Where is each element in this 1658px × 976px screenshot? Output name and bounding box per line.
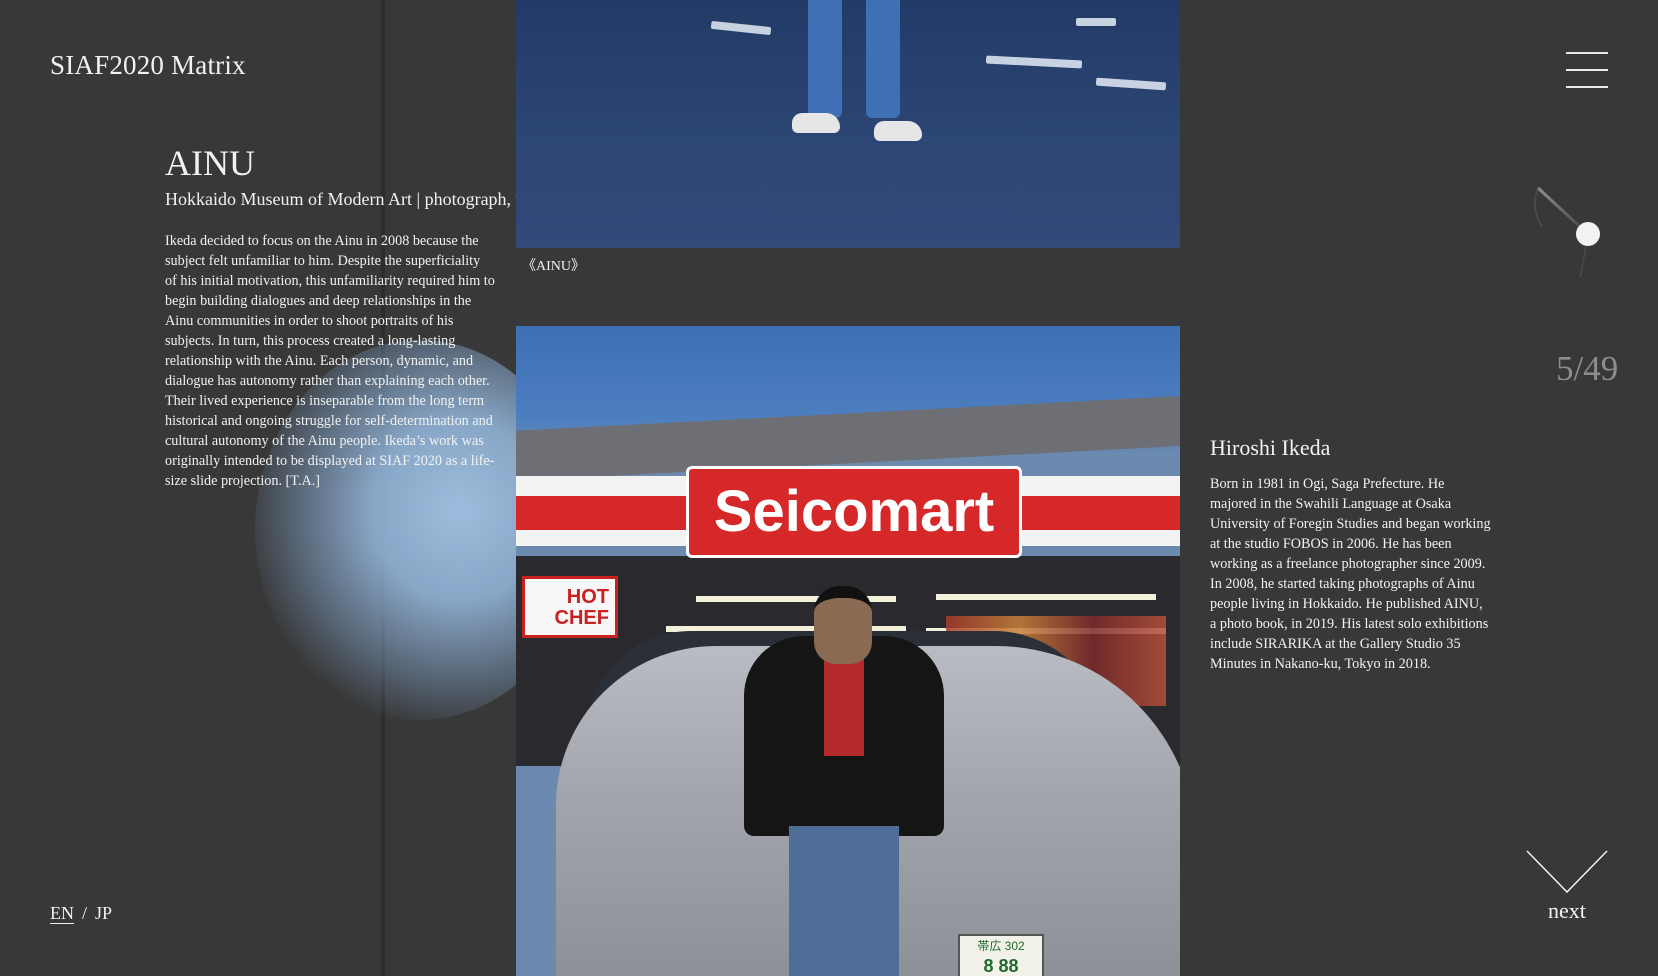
store-sign-text: Seicomart bbox=[686, 466, 1022, 558]
work-description: Ikeda decided to focus on the Ainu in 20… bbox=[165, 233, 495, 489]
work-subtitle: Hokkaido Museum of Modern Art | photogra… bbox=[165, 189, 556, 209]
next-label: next bbox=[1548, 898, 1586, 923]
artwork-photo-main: Seicomart HOT CHEF 帯広 302 8 88 bbox=[516, 326, 1180, 976]
hot-chef-sign: HOT CHEF bbox=[522, 576, 618, 638]
artwork-photo-top bbox=[516, 0, 1180, 248]
work-title: AINU bbox=[165, 143, 255, 183]
scroll-dial-indicator[interactable] bbox=[1520, 178, 1600, 288]
artist-bio: Born in 1981 in Ogi, Saga Prefecture. He… bbox=[1210, 476, 1491, 672]
artist-name: Hiroshi Ikeda bbox=[1210, 435, 1331, 460]
language-switcher: EN / JP bbox=[50, 903, 112, 924]
dial-knob bbox=[1576, 222, 1600, 246]
hamburger-menu-icon[interactable] bbox=[1566, 51, 1608, 89]
photo-caption: 《AINU》 bbox=[522, 259, 585, 274]
lang-jp-link[interactable]: JP bbox=[95, 903, 112, 923]
lang-en-link[interactable]: EN bbox=[50, 903, 74, 923]
next-button[interactable]: next bbox=[1526, 850, 1608, 930]
lang-separator: / bbox=[82, 903, 88, 923]
chevron-down-icon bbox=[1526, 850, 1608, 894]
site-title-link[interactable]: SIAF2020 Matrix bbox=[50, 50, 246, 81]
page-counter: 5/49 bbox=[1556, 349, 1619, 388]
license-plate: 帯広 302 8 88 bbox=[958, 934, 1044, 976]
